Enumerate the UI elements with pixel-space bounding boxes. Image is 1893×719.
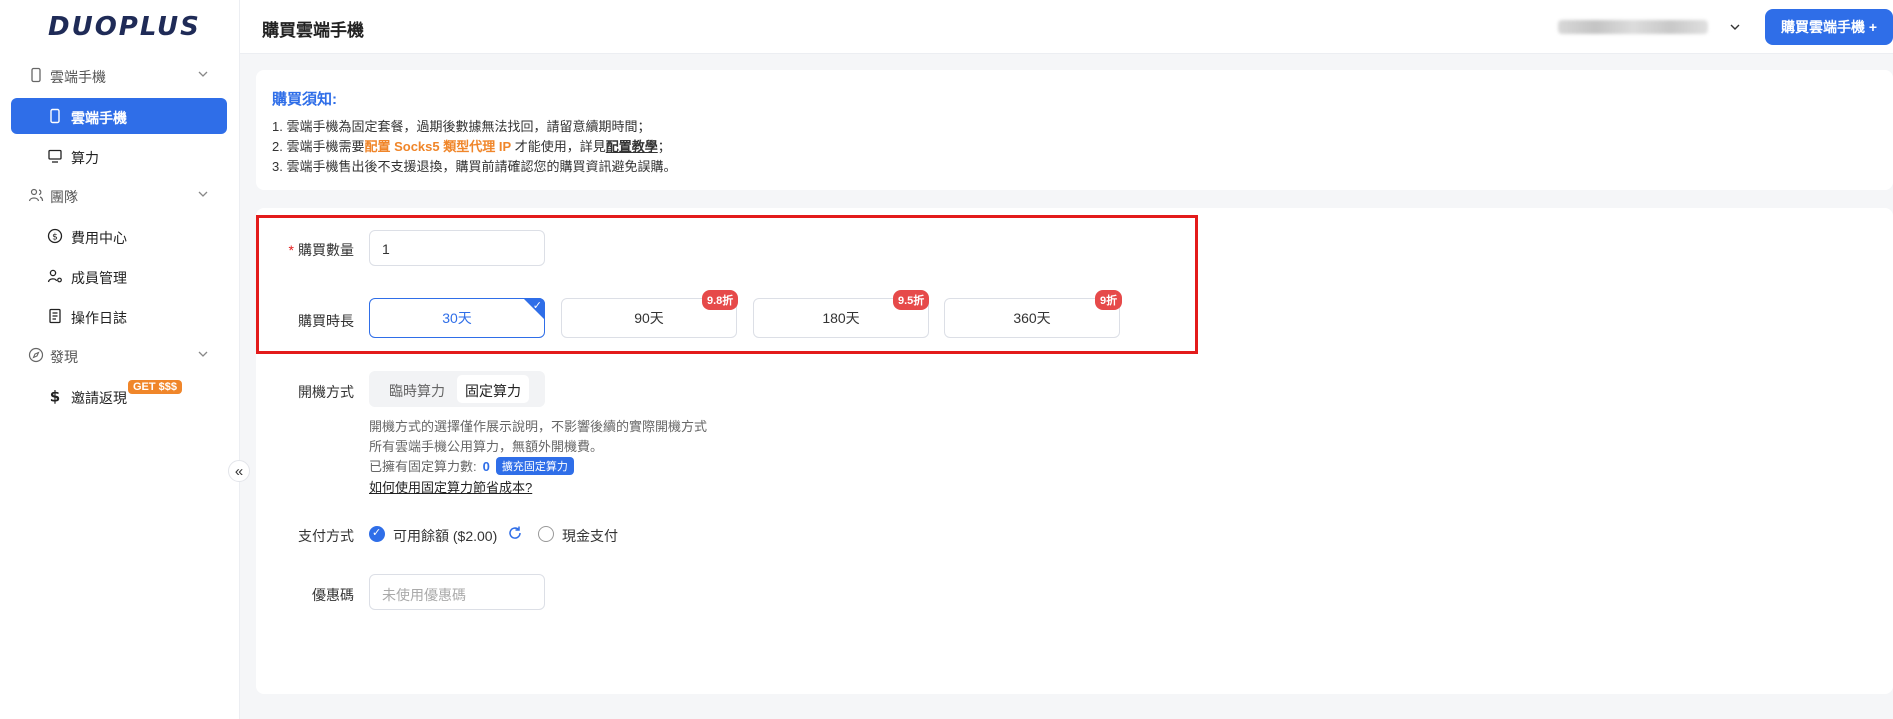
sidebar-item-label: 邀請返現 [71, 390, 127, 406]
notice-text: 才能使用，詳見 [511, 139, 606, 154]
boot-option-temporary[interactable]: 臨時算力 [381, 375, 453, 403]
sidebar-item-members[interactable]: 成員管理 [11, 258, 227, 294]
notice-line-3: 3. 雲端手機售出後不支援退換，購買前請確認您的購買資訊避免誤購。 [272, 159, 677, 174]
duration-option-30[interactable]: 30天 ✓ [369, 298, 545, 338]
discount-badge: 9.8折 [702, 290, 739, 310]
chevron-down-icon [198, 351, 208, 357]
purchase-notice: 購買須知: 1. 雲端手機為固定套餐，過期後數據無法找回，請留意續期時間； 2.… [256, 70, 1893, 190]
user-account-name[interactable] [1558, 20, 1708, 34]
collapse-sidebar-button[interactable]: « [228, 460, 250, 482]
buy-cloud-phone-button[interactable]: 購買雲端手機 + [1765, 9, 1893, 45]
duration-label-text: 90天 [634, 310, 664, 326]
discount-badge: 9折 [1095, 290, 1123, 310]
fixed-compute-help-link[interactable]: 如何使用固定算力節省成本? [369, 477, 532, 496]
duration-label: 購買時長 [298, 313, 354, 329]
chevron-down-icon[interactable] [1728, 20, 1742, 34]
duration-option-360[interactable]: 360天 [944, 298, 1120, 338]
duration-label-text: 180天 [822, 310, 860, 326]
sidebar-item-compute[interactable]: 算力 [11, 138, 227, 174]
duration-label-text: 360天 [1013, 310, 1051, 326]
discount-badge: 9.5折 [893, 290, 930, 310]
document-icon [49, 308, 61, 324]
checkmark-icon: ✓ [532, 300, 542, 312]
user-settings-icon [47, 269, 62, 283]
coupon-input[interactable]: 未使用優惠碼 [369, 574, 545, 610]
brand-logo[interactable]: DUOPLUS [48, 12, 201, 42]
cash-option-label[interactable]: 現金支付 [562, 526, 618, 546]
boot-mode-label: 開機方式 [298, 384, 354, 400]
refresh-icon[interactable] [507, 525, 523, 541]
promo-badge: GET $$$ [128, 380, 183, 394]
page-title: 購買雲端手機 [262, 21, 364, 40]
fixed-compute-count: 已擁有固定算力數: 0 擴充固定算力 [369, 456, 574, 475]
svg-text:$: $ [50, 388, 60, 404]
quantity-input[interactable]: 1 [369, 230, 545, 266]
notice-text: ； [657, 139, 671, 154]
sidebar-item-cloud-phone[interactable]: 雲端手機 [11, 98, 227, 134]
svg-text:$: $ [52, 233, 58, 243]
boot-hint-1: 開機方式的選擇僅作展示說明，不影響後續的實際開機方式 [369, 419, 708, 434]
dollar-icon: $ [50, 388, 60, 404]
dollar-circle-icon: $ [47, 228, 63, 244]
sidebar-group-label: 團隊 [50, 189, 78, 205]
compass-icon [28, 347, 44, 363]
sidebar-item-billing[interactable]: $ 費用中心 [11, 218, 227, 254]
proxy-requirement-highlight: 配置 Socks5 類型代理 IP [364, 139, 512, 154]
notice-text: 2. 雲端手機需要 [272, 139, 365, 154]
chevron-down-icon [198, 71, 208, 77]
sidebar-group-label: 雲端手機 [50, 69, 106, 85]
sidebar-item-label: 成員管理 [71, 270, 127, 286]
quantity-label: * 購買數量 [288, 242, 354, 258]
sidebar-item-logs[interactable]: 操作日誌 [11, 298, 227, 334]
balance-option-label[interactable]: 可用餘額 ($2.00) [393, 526, 497, 546]
radio-balance[interactable]: ✓ [369, 526, 385, 542]
boot-hint-2: 所有雲端手機公用算力，無額外開機費。 [369, 439, 604, 454]
monitor-icon [48, 149, 62, 163]
sidebar-group-cloud-phone[interactable]: 雲端手機 [0, 58, 240, 94]
boot-option-fixed[interactable]: 固定算力 [457, 375, 529, 403]
fixed-compute-value: 0 [482, 459, 490, 474]
notice-line-1: 1. 雲端手機為固定套餐，過期後數據無法找回，請留意續期時間； [272, 119, 651, 134]
sidebar-group-label: 發現 [50, 349, 78, 365]
config-tutorial-link[interactable]: 配置教學 [606, 139, 658, 154]
payment-label: 支付方式 [298, 528, 354, 544]
sidebar-item-referral[interactable]: $ 邀請返現 [11, 378, 227, 414]
phone-icon [31, 67, 41, 83]
sidebar-item-label: 雲端手機 [71, 110, 127, 126]
chevron-down-icon [198, 191, 208, 197]
duration-label-text: 30天 [442, 310, 472, 326]
expand-fixed-compute-button[interactable]: 擴充固定算力 [495, 457, 574, 475]
notice-line-2: 2. 雲端手機需要配置 Socks5 類型代理 IP 才能使用，詳見配置教學； [272, 136, 671, 155]
top-header: 購買雲端手機 購買雲端手機 + [240, 0, 1893, 54]
sidebar-group-team[interactable]: 團隊 [0, 178, 240, 214]
phone-icon [50, 108, 60, 124]
notice-title: 購買須知: [272, 91, 337, 108]
sidebar: DUOPLUS 雲端手機 雲端手機 算力 團隊 $ 費用中心 成員管理 操作日誌… [0, 0, 250, 719]
team-icon [28, 188, 44, 202]
sidebar-group-discover[interactable]: 發現 [0, 338, 240, 374]
sidebar-item-label: 操作日誌 [71, 310, 127, 326]
radio-cash[interactable] [538, 526, 554, 542]
checkmark-icon: ✓ [372, 527, 382, 539]
sidebar-item-label: 算力 [71, 150, 99, 166]
boot-mode-segmented: 臨時算力 固定算力 [369, 371, 545, 407]
sidebar-item-label: 費用中心 [71, 230, 127, 246]
coupon-label: 優惠碼 [312, 587, 354, 603]
